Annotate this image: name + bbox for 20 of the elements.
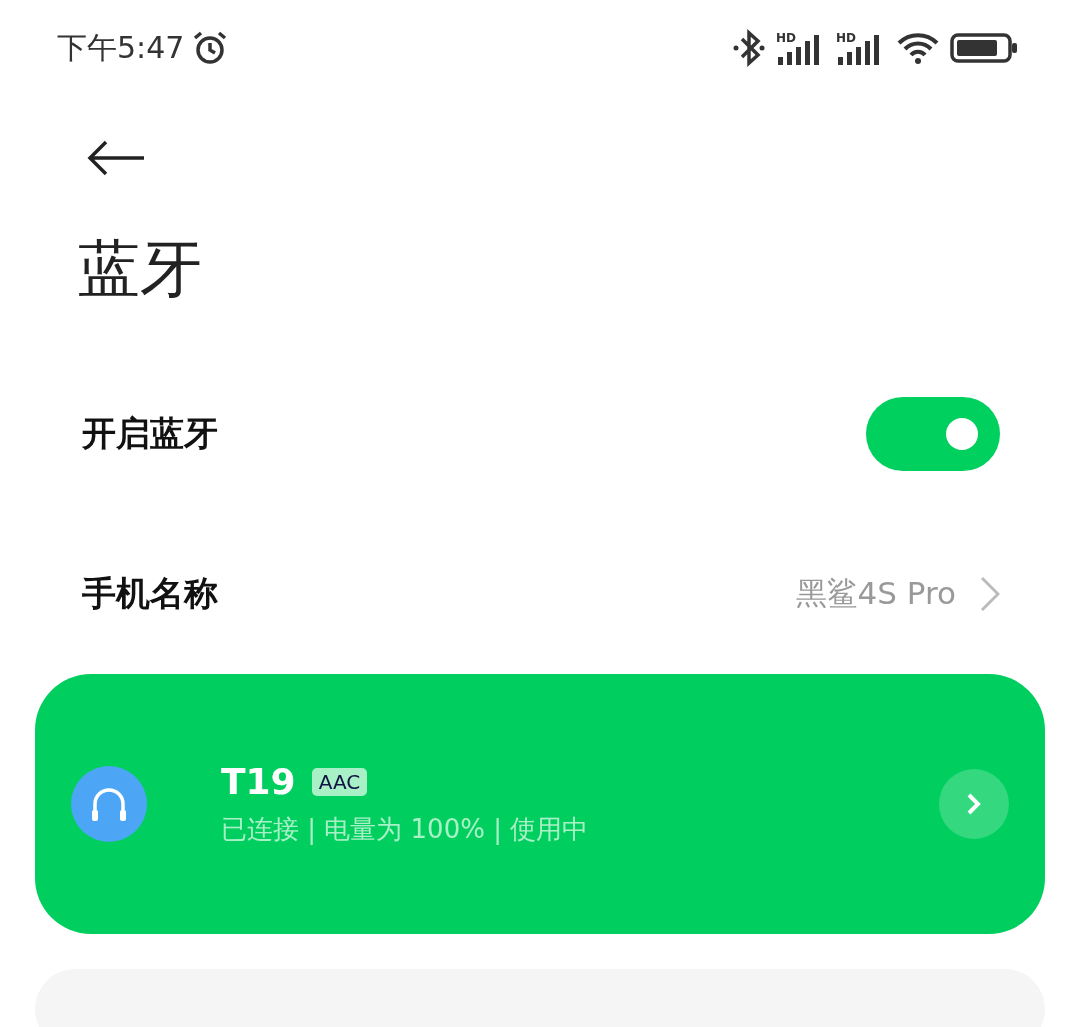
- chevron-right-icon[interactable]: [980, 576, 1000, 612]
- device-status: 已连接 | 电量为 100% | 使用中: [221, 813, 589, 847]
- status-time: 下午5:47: [57, 28, 185, 67]
- network-type-label: HD: [836, 31, 856, 45]
- battery-icon: [950, 33, 1018, 63]
- setting-label: 开启蓝牙: [82, 412, 218, 455]
- phone-name-value: 黑鲨4S Pro: [795, 574, 956, 613]
- alarm-clock-icon: [192, 30, 229, 66]
- back-icon[interactable]: [86, 138, 146, 178]
- device-name: T19: [221, 761, 296, 802]
- device-card[interactable]: T19 AAC 已连接 | 电量为 100% | 使用中: [35, 674, 1045, 934]
- signal-icon: [778, 35, 819, 65]
- network-type-label: HD: [776, 31, 796, 45]
- codec-badge: AAC: [311, 767, 368, 796]
- headphones-icon: [71, 766, 147, 842]
- bluetooth-icon: [732, 28, 766, 68]
- page-title: 蓝牙: [78, 238, 203, 300]
- wifi-icon: [896, 31, 940, 65]
- signal-icon: [838, 35, 879, 65]
- setting-label: 手机名称: [82, 572, 218, 615]
